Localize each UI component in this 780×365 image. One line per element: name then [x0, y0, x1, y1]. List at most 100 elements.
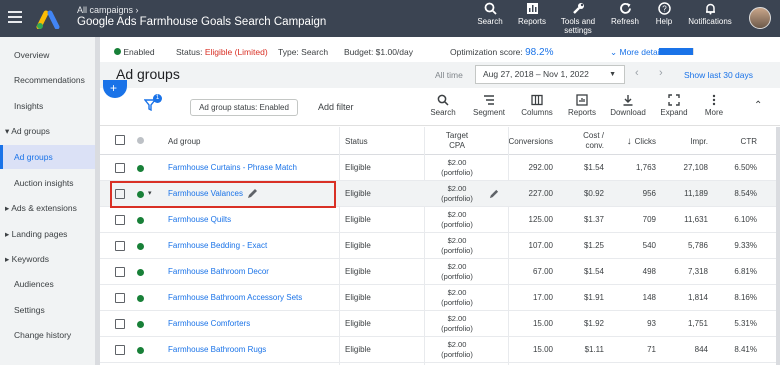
notifications-button[interactable]: Notifications	[684, 2, 736, 26]
col-clicks[interactable]: ↓ Clicks	[614, 127, 656, 155]
sidebar-item-overview[interactable]: Overview	[0, 43, 96, 67]
table-row[interactable]: Farmhouse Bedding - Exact Eligible $2.00 (p…	[100, 233, 780, 259]
col-cost-conv[interactable]: Cost / conv.	[566, 127, 604, 155]
target-cpa-portfolio: (portfolio)	[441, 246, 473, 255]
sidebar-item-ads-extensions[interactable]: ▸ Ads & extensions	[0, 196, 96, 220]
help-button[interactable]: ? Help	[651, 2, 677, 26]
ad-group-link[interactable]: Farmhouse Bathroom Accessory Sets	[168, 285, 302, 311]
google-ads-logo[interactable]	[36, 9, 60, 29]
sidebar-item-ad-groups-section[interactable]: ▾ Ad groups	[0, 119, 96, 143]
row-checkbox[interactable]	[115, 319, 125, 329]
enabled-dot-icon[interactable]	[137, 165, 144, 172]
col-target-cpa[interactable]: Target CPA	[430, 127, 484, 155]
table-row[interactable]: Farmhouse Curtains - Phrase Match Eligibl…	[100, 155, 780, 181]
reports-button[interactable]: Reports	[514, 2, 550, 26]
sidebar-item-recommendations[interactable]: Recommendations	[0, 68, 96, 92]
row-checkbox[interactable]	[115, 345, 125, 355]
pencil-icon[interactable]	[489, 189, 499, 199]
col-target-cpa-line2: CPA	[449, 141, 465, 150]
previous-period-icon[interactable]: ‹	[635, 67, 639, 79]
breadcrumb-label[interactable]: All campaigns	[77, 5, 133, 15]
table-row[interactable]: Farmhouse Bathroom Decor Eligible $2.00 (po…	[100, 259, 780, 285]
next-period-icon[interactable]: ›	[659, 67, 663, 79]
avatar[interactable]	[749, 7, 771, 29]
sidebar-item-change-history[interactable]: Change history	[0, 323, 96, 347]
date-range-picker[interactable]: Aug 27, 2018 – Nov 1, 2022 ▼	[475, 65, 625, 84]
columns-button[interactable]: Columns	[517, 94, 557, 117]
row-checkbox[interactable]	[115, 163, 125, 173]
impr-cell: 11,631	[684, 215, 708, 224]
add-button[interactable]: +	[103, 80, 127, 98]
more-details-link[interactable]: ⌄ More details	[610, 47, 666, 58]
refresh-button[interactable]: Refresh	[608, 2, 642, 26]
table-row[interactable]: Farmhouse Bathroom Accessory Sets Eligibl…	[100, 285, 780, 311]
sidebar-item-ad-groups[interactable]: Ad groups	[0, 145, 96, 169]
add-filter-button[interactable]: Add filter	[318, 102, 354, 112]
caret-right-icon: ▸	[5, 203, 10, 213]
ctr-cell: 6.50%	[734, 163, 757, 172]
col-status[interactable]: Status	[345, 127, 368, 155]
reports-label: Reports	[517, 17, 546, 26]
sidebar-item-insights[interactable]: Insights	[0, 94, 96, 118]
sidebar-item-keywords[interactable]: ▸ Keywords	[0, 247, 96, 271]
table-row[interactable]: Farmhouse Quilts Eligible $2.00 (portfolio)…	[100, 207, 780, 233]
col-conversions[interactable]: Conversions	[506, 127, 553, 155]
show-last-30-days-link[interactable]: Show last 30 days	[684, 70, 753, 80]
row-checkbox[interactable]	[115, 293, 125, 303]
sidebar-item-label: Ad groups	[11, 126, 50, 136]
reports-tool-button[interactable]: Reports	[562, 94, 602, 117]
clicks-cell: 93	[647, 319, 656, 328]
enabled-status[interactable]: Enabled	[114, 47, 155, 57]
conversions-cell: 15.00	[532, 345, 553, 354]
segment-button[interactable]: Segment	[469, 94, 509, 117]
row-checkbox[interactable]	[115, 215, 125, 225]
search-tool-button[interactable]: Search	[426, 94, 460, 117]
enabled-dot-icon[interactable]	[137, 243, 144, 250]
ad-group-link[interactable]: Farmhouse Quilts	[168, 207, 231, 233]
col-impr[interactable]: Impr.	[676, 127, 708, 155]
row-checkbox[interactable]	[115, 267, 125, 277]
expand-button[interactable]: Expand	[657, 94, 691, 117]
search-icon	[437, 94, 449, 106]
enabled-dot-icon[interactable]	[137, 269, 144, 276]
select-all-checkbox[interactable]	[115, 135, 125, 145]
more-button[interactable]: More	[700, 94, 728, 117]
filter-chip[interactable]: Ad group status: Enabled	[190, 99, 298, 116]
table-row[interactable]: Farmhouse Bathroom Rugs Eligible $2.00 (por…	[100, 337, 780, 363]
enabled-dot-icon[interactable]	[137, 321, 144, 328]
col-ad-group[interactable]: Ad group	[168, 127, 200, 155]
table-scrollbar[interactable]	[776, 127, 780, 365]
sidebar-item-settings[interactable]: Settings	[0, 298, 96, 322]
date-range-value: Aug 27, 2018 – Nov 1, 2022	[483, 69, 589, 79]
menu-icon[interactable]	[8, 11, 22, 23]
ad-group-link[interactable]: Farmhouse Bathroom Decor	[168, 259, 269, 285]
campaign-title: Google Ads Farmhouse Goals Search Campai…	[77, 16, 327, 28]
enabled-dot-icon[interactable]	[137, 295, 144, 302]
ad-group-link[interactable]: Farmhouse Curtains - Phrase Match	[168, 155, 297, 181]
col-clicks-label: Clicks	[634, 136, 656, 146]
search-button[interactable]: Search	[474, 2, 506, 26]
status-cell: Eligible	[345, 163, 371, 172]
target-cpa-portfolio: (portfolio)	[441, 298, 473, 307]
tools-settings-button[interactable]: Tools and settings	[558, 2, 598, 35]
sidebar-item-landing-pages[interactable]: ▸ Landing pages	[0, 222, 96, 246]
enabled-dot-icon[interactable]	[137, 217, 144, 224]
campaign-type: Type: Search	[278, 47, 329, 57]
segment-label: Segment	[472, 108, 506, 117]
filter-count-badge: 1	[153, 94, 162, 103]
clicks-cell: 709	[642, 215, 656, 224]
collapse-icon[interactable]: ⌃	[754, 100, 762, 111]
breadcrumb[interactable]: All campaigns ›	[77, 5, 139, 15]
ad-group-link[interactable]: Farmhouse Bedding - Exact	[168, 233, 267, 259]
sidebar-item-audiences[interactable]: Audiences	[0, 272, 96, 296]
col-ctr[interactable]: CTR	[725, 127, 757, 155]
table-row[interactable]: Farmhouse Comforters Eligible $2.00 (portfo…	[100, 311, 780, 337]
row-checkbox[interactable]	[115, 241, 125, 251]
download-button[interactable]: Download	[607, 94, 649, 117]
highlight-box	[110, 181, 336, 208]
ad-group-link[interactable]: Farmhouse Bathroom Rugs	[168, 337, 266, 363]
sidebar-item-auction-insights[interactable]: Auction insights	[0, 171, 96, 195]
ad-group-link[interactable]: Farmhouse Comforters	[168, 311, 250, 337]
table-header: Ad group Status Target CPA Conversions C…	[100, 127, 780, 155]
enabled-dot-icon[interactable]	[137, 347, 144, 354]
